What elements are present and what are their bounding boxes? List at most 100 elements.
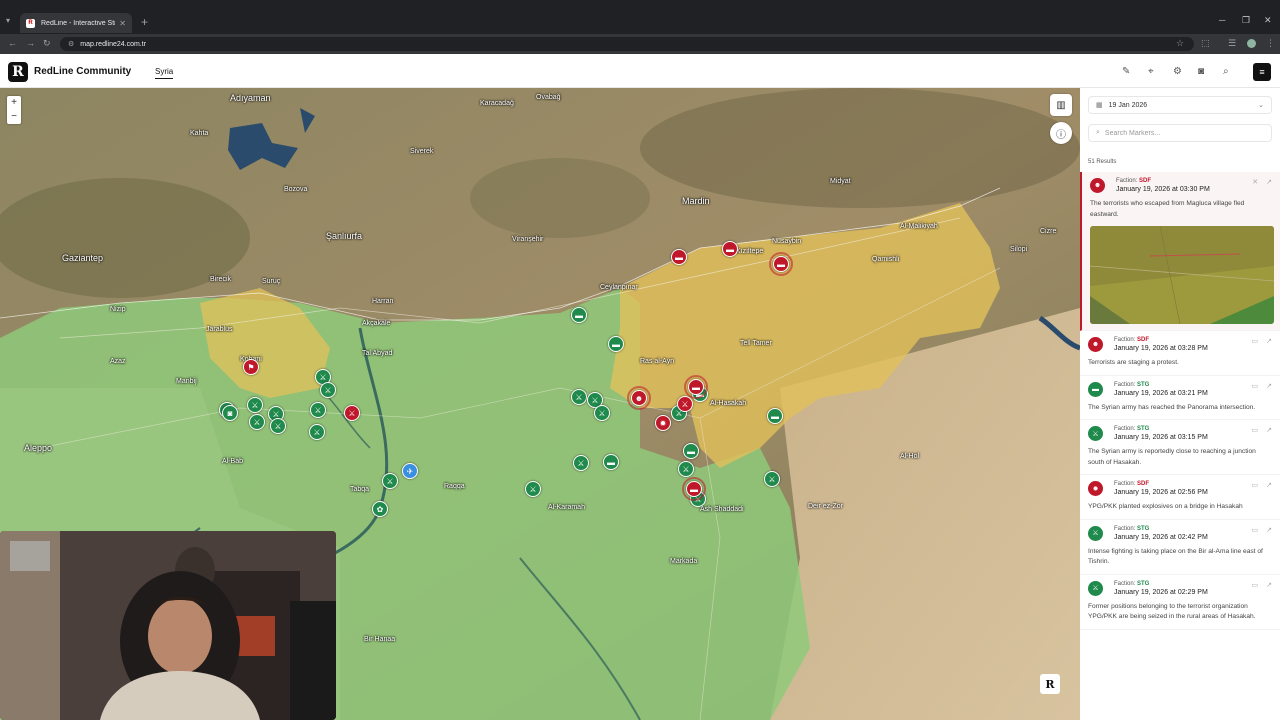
stg-soldier-marker[interactable]: ⚔ bbox=[309, 424, 325, 440]
tab-syria[interactable]: Syria bbox=[155, 67, 174, 79]
list-item[interactable]: ⚔ Faction: STG January 19, 2026 at 02:42… bbox=[1080, 520, 1280, 575]
zoom-controls: + − bbox=[7, 96, 21, 124]
list-item[interactable]: ⚔ Faction: STG January 19, 2026 at 03:15… bbox=[1080, 420, 1280, 476]
map-icon[interactable]: ▥ bbox=[1050, 94, 1072, 116]
window-close-icon[interactable]: ✕ bbox=[1264, 15, 1272, 26]
redline-logo[interactable]: R bbox=[8, 62, 28, 82]
stg-soldier-marker[interactable]: ⚔ bbox=[594, 405, 610, 421]
reload-icon[interactable]: ↻ bbox=[43, 38, 51, 49]
stg-soldier-marker[interactable]: ⚔ bbox=[310, 402, 326, 418]
external-link-icon[interactable]: ↗ bbox=[1266, 426, 1272, 434]
favicon-icon: R bbox=[26, 18, 35, 28]
marker-search[interactable]: ⌕ bbox=[1088, 124, 1272, 142]
place-label: Ceylanpınar bbox=[600, 284, 638, 291]
video-icon[interactable]: ▭ bbox=[1252, 382, 1259, 390]
app-header bbox=[0, 54, 1280, 88]
camera-icon[interactable]: ◙ bbox=[1198, 66, 1204, 77]
stg-soldier-marker[interactable]: ⚔ bbox=[571, 389, 587, 405]
place-label: Birecik bbox=[210, 276, 232, 283]
video-icon[interactable]: ▭ bbox=[1252, 426, 1259, 434]
pin-icon[interactable]: ⌖ bbox=[1148, 66, 1154, 77]
stg-vehicle-marker[interactable]: ▬ bbox=[683, 443, 699, 459]
maximize-icon[interactable]: ❐ bbox=[1242, 15, 1250, 26]
item-date: January 19, 2026 at 02:29 PM bbox=[1114, 588, 1208, 596]
external-link-icon[interactable]: ↗ bbox=[1266, 337, 1272, 345]
external-link-icon[interactable]: ↗ bbox=[1266, 178, 1272, 186]
sdf-vehicle-marker[interactable]: ▬ bbox=[684, 375, 708, 399]
list-item[interactable]: ☻ Faction: SDF January 19, 2026 at 03:30… bbox=[1080, 172, 1280, 332]
search-icon[interactable]: ⌕ bbox=[1223, 66, 1229, 77]
tab-search-icon[interactable]: ▾ bbox=[6, 16, 10, 25]
extensions-icon[interactable]: ⬚ bbox=[1201, 38, 1210, 49]
video-icon[interactable]: ▭ bbox=[1252, 526, 1259, 534]
stg-vehicle-marker[interactable]: ▬ bbox=[608, 336, 624, 352]
external-link-icon[interactable]: ↗ bbox=[1266, 382, 1272, 390]
info-icon[interactable]: ⓘ bbox=[1050, 122, 1072, 144]
list-item[interactable]: ✹ Faction: SDF January 19, 2026 at 02:56… bbox=[1080, 475, 1280, 520]
sidebar-icon[interactable]: ☰ bbox=[1228, 38, 1236, 49]
stg-group-marker[interactable]: ✿ bbox=[372, 501, 388, 517]
sdf-vehicle-marker[interactable]: ▬ bbox=[722, 241, 738, 257]
stg-soldier-marker[interactable]: ⚔ bbox=[247, 397, 263, 413]
browser-menu-icon[interactable]: ⋮ bbox=[1266, 38, 1275, 49]
stg-camera-marker[interactable]: ◙ bbox=[222, 405, 238, 421]
faction-label: Faction: bbox=[1114, 525, 1138, 532]
pencil-icon[interactable]: ✎ bbox=[1122, 66, 1130, 77]
zoom-in-button[interactable]: + bbox=[7, 96, 21, 110]
list-item[interactable]: ⚔ Faction: STG January 19, 2026 at 02:29… bbox=[1080, 575, 1280, 631]
minimize-icon[interactable]: ─ bbox=[1219, 15, 1225, 25]
webcam-overlay bbox=[0, 531, 336, 720]
stg-soldier-marker[interactable]: ⚔ bbox=[320, 382, 336, 398]
faction-name: STG bbox=[1137, 525, 1150, 532]
stg-vehicle-marker[interactable]: ▬ bbox=[767, 408, 783, 424]
sdf-vehicle-marker[interactable]: ▬ bbox=[671, 249, 687, 265]
forward-icon[interactable]: → bbox=[26, 38, 35, 48]
video-icon[interactable]: ▭ bbox=[1252, 337, 1259, 345]
close-icon[interactable]: ✕ bbox=[1252, 178, 1258, 186]
sdf-soldier-marker[interactable]: ⚔ bbox=[344, 405, 360, 421]
external-link-icon[interactable]: ↗ bbox=[1266, 481, 1272, 489]
stg-soldier-marker[interactable]: ⚔ bbox=[764, 471, 780, 487]
stg-soldier-marker[interactable]: ⚔ bbox=[270, 418, 286, 434]
stg-soldier-marker[interactable]: ⚔ bbox=[678, 461, 694, 477]
back-icon[interactable]: ← bbox=[8, 38, 17, 48]
video-icon[interactable]: ▭ bbox=[1252, 481, 1259, 489]
place-label: Al-Karamah bbox=[548, 504, 585, 511]
sdf-vehicle-marker[interactable]: ▬ bbox=[682, 477, 706, 501]
airstrike-marker[interactable]: ✈ bbox=[402, 463, 418, 479]
place-label: Manbij bbox=[176, 378, 197, 385]
stg-vehicle-marker[interactable]: ▬ bbox=[571, 307, 587, 323]
url-field[interactable]: ⚙ map.redline24.com.tr bbox=[60, 37, 1194, 51]
faction-label: Faction: bbox=[1116, 178, 1140, 184]
sdf-explosive-marker[interactable]: ✹ bbox=[655, 415, 671, 431]
aerial-photo bbox=[1090, 226, 1274, 325]
external-link-icon[interactable]: ↗ bbox=[1266, 581, 1272, 589]
search-input[interactable] bbox=[1104, 129, 1255, 137]
sdf-soldier-marker[interactable]: ⚔ bbox=[677, 396, 693, 412]
place-label: Tal Abyad bbox=[362, 350, 393, 357]
list-item[interactable]: ☻ Faction: SDF January 19, 2026 at 03:28… bbox=[1080, 331, 1280, 376]
stg-vehicle-marker[interactable]: ▬ bbox=[603, 454, 619, 470]
new-tab-icon[interactable]: + bbox=[141, 15, 148, 29]
stg-soldier-marker[interactable]: ⚔ bbox=[382, 473, 398, 489]
place-label: Bozova bbox=[284, 186, 308, 193]
zoom-out-button[interactable]: − bbox=[7, 110, 21, 124]
sdf-protest-marker[interactable]: ☻ bbox=[627, 386, 651, 410]
video-icon[interactable]: ▭ bbox=[1252, 581, 1259, 589]
stg-soldier-marker[interactable]: ⚔ bbox=[525, 481, 541, 497]
gear-icon[interactable]: ⚙ bbox=[1173, 66, 1182, 77]
tab-close-icon[interactable]: ✕ bbox=[119, 19, 126, 28]
sdf-flag-marker[interactable]: ⚑ bbox=[243, 359, 259, 375]
profile-avatar[interactable] bbox=[1247, 39, 1256, 48]
external-link-icon[interactable]: ↗ bbox=[1266, 526, 1272, 534]
hamburger-icon[interactable]: ≡ bbox=[1253, 63, 1271, 81]
browser-tab[interactable]: R RedLine - Interactive Strategic M ✕ bbox=[20, 13, 132, 33]
stg-soldier-marker[interactable]: ⚔ bbox=[249, 414, 265, 430]
list-item[interactable]: ▬ Faction: STG January 19, 2026 at 03:21… bbox=[1080, 376, 1280, 421]
date-select[interactable]: ▦ 19 Jan 2026 ⌄ bbox=[1088, 96, 1272, 114]
item-photo[interactable] bbox=[1090, 226, 1274, 325]
stg-soldier-marker[interactable]: ⚔ bbox=[573, 455, 589, 471]
site-info-icon[interactable]: ⚙ bbox=[68, 40, 74, 48]
sdf-vehicle-marker[interactable]: ▬ bbox=[769, 252, 793, 276]
bookmark-star-icon[interactable]: ☆ bbox=[1176, 38, 1184, 49]
